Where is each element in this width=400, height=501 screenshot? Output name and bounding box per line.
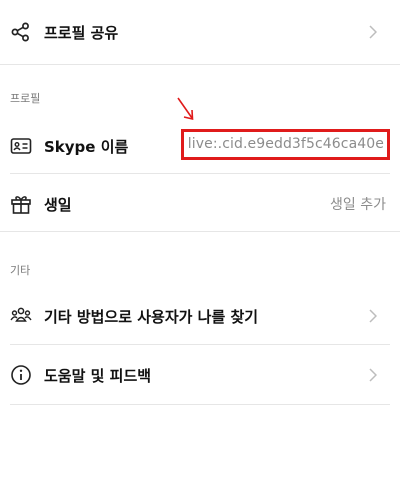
help-feedback-row[interactable]: 도움말 및 피드백 (0, 353, 400, 397)
people-icon (10, 305, 32, 327)
chevron-right-icon (368, 367, 378, 383)
annotation-arrow (177, 97, 194, 121)
share-profile-row[interactable]: 프로필 공유 (0, 12, 400, 52)
info-icon (10, 364, 32, 386)
add-birthday-link[interactable]: 생일 추가 (330, 194, 386, 214)
profile-settings-screen: 프로필 공유 프로필 Skype 이름 live:.cid.e9edd3f5c4… (0, 0, 400, 501)
skype-name-label: Skype 이름 (44, 138, 129, 156)
help-feedback-label: 도움말 및 피드백 (44, 367, 152, 385)
find-other-ways-row[interactable]: 기타 방법으로 사용자가 나를 찾기 (0, 294, 400, 338)
section-divider (0, 231, 400, 232)
id-card-icon (10, 135, 32, 157)
skype-name-row[interactable]: Skype 이름 live:.cid.e9edd3f5c46ca40e (0, 124, 400, 168)
chevron-right-icon (368, 24, 378, 40)
skype-name-value: live:.cid.e9edd3f5c46ca40e (180, 129, 390, 160)
row-divider (10, 404, 390, 405)
birthday-label: 생일 (44, 196, 72, 214)
chevron-right-icon (368, 308, 378, 324)
section-header-profile: 프로필 (10, 92, 41, 105)
section-divider (0, 64, 400, 65)
gift-icon (10, 193, 32, 215)
share-icon (10, 21, 32, 43)
find-other-ways-label: 기타 방법으로 사용자가 나를 찾기 (44, 308, 259, 326)
row-divider (10, 344, 390, 345)
share-profile-label: 프로필 공유 (44, 24, 119, 42)
row-divider (10, 173, 390, 174)
birthday-row[interactable]: 생일 생일 추가 (0, 182, 400, 226)
section-header-other: 기타 (10, 264, 31, 277)
